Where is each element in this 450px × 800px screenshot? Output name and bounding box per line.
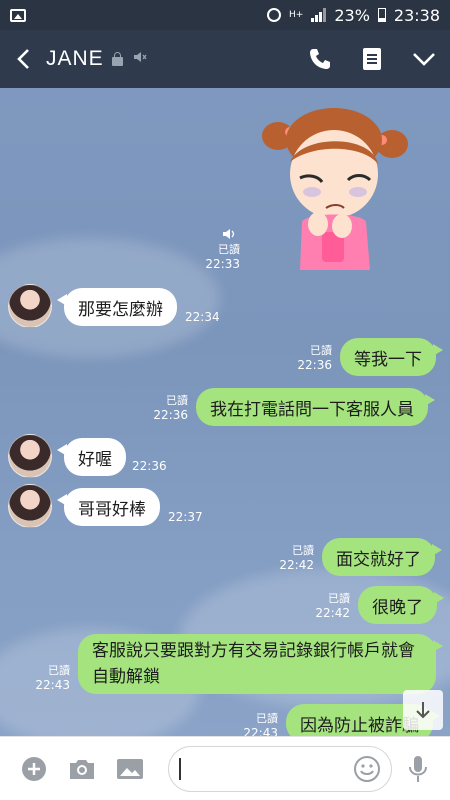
call-button[interactable]: [294, 30, 346, 88]
gallery-button[interactable]: [106, 737, 154, 800]
back-arrow-icon: [17, 49, 29, 69]
add-button[interactable]: [10, 737, 58, 800]
read-receipt: 已讀: [310, 344, 332, 357]
camera-button[interactable]: [58, 737, 106, 800]
sticker-girl[interactable]: [262, 104, 408, 274]
read-receipt: 已讀: [256, 712, 278, 725]
scroll-to-bottom-button[interactable]: [403, 690, 443, 730]
message-bubble-incoming[interactable]: 哥哥好棒: [57, 488, 160, 526]
message-text: 等我一下: [354, 349, 422, 370]
message-time: 22:33: [205, 257, 240, 271]
network-type: H+: [289, 9, 304, 20]
message-bubble-outgoing[interactable]: 很晚了: [358, 586, 444, 624]
read-receipt: 已讀: [328, 592, 350, 605]
message-time: 22:36: [153, 408, 188, 422]
message-meta: 22:36: [132, 459, 167, 473]
arrow-down-icon: [416, 702, 430, 719]
camera-icon: [70, 759, 94, 779]
message-bubble-incoming[interactable]: 那要怎麼辦: [57, 288, 177, 326]
chat-title: JANE: [46, 47, 104, 70]
clock: 23:38: [393, 5, 440, 25]
message-bubble-outgoing[interactable]: 等我一下: [340, 338, 443, 376]
message-bubble-outgoing[interactable]: 面交就好了: [322, 538, 442, 576]
signal-icon: [311, 8, 327, 22]
message-time: 22:34: [185, 310, 220, 324]
read-receipt: 已讀: [218, 243, 240, 256]
message-meta: 已讀 22:42: [276, 544, 314, 572]
message-meta: 已讀 22:36: [294, 344, 332, 372]
alarm-icon: [267, 8, 282, 22]
message-time: 22:43: [35, 678, 70, 692]
battery-icon: [377, 8, 386, 22]
message-bubble-incoming[interactable]: 好喔: [57, 438, 126, 476]
emoji-button[interactable]: [353, 755, 381, 787]
smiley-icon: [354, 755, 380, 782]
message-text: 我在打電話問一下客服人員: [210, 399, 414, 420]
message-bubble-outgoing[interactable]: 我在打電話問一下客服人員: [196, 388, 435, 426]
message-text: 因為防止被詐騙: [300, 715, 419, 736]
avatar[interactable]: [8, 484, 52, 528]
battery-percent: 23%: [334, 5, 370, 25]
message-time: 22:43: [243, 726, 278, 736]
lock-icon: [111, 51, 123, 66]
read-receipt: 已讀: [48, 664, 70, 677]
chat-area[interactable]: 已讀 22:33 那要怎麼辦 22:34 已讀 22:36 等我一下 已讀 22…: [0, 88, 450, 736]
message-time: 22:42: [315, 606, 350, 620]
microphone-icon: [409, 755, 427, 782]
message-input[interactable]: [179, 757, 339, 780]
message-text: 好喔: [78, 449, 112, 470]
mute-icon: [133, 50, 147, 68]
menu-dropdown-button[interactable]: [398, 30, 450, 88]
status-bar: H+ 23% 23:38: [0, 0, 450, 30]
chevron-down-icon: [413, 53, 435, 66]
message-time: 22:36: [132, 459, 167, 473]
message-input-container[interactable]: [168, 745, 392, 792]
phone-icon: [310, 49, 330, 69]
avatar[interactable]: [8, 434, 52, 478]
message-meta: 已讀 22:36: [150, 394, 188, 422]
message-text: 客服說只要跟對方有交易記錄銀行帳戶就會自動解鎖: [92, 641, 415, 687]
message-meta: 22:37: [168, 510, 203, 524]
read-receipt: 已讀: [292, 544, 314, 557]
notes-icon: [363, 48, 381, 70]
message-bubble-outgoing[interactable]: 客服說只要跟對方有交易記錄銀行帳戶就會自動解鎖: [78, 634, 443, 694]
message-meta: 22:34: [185, 310, 220, 324]
message-input-bar: [0, 736, 450, 800]
message-meta: 已讀 22:43: [240, 712, 278, 736]
message-text: 面交就好了: [336, 549, 421, 570]
message-time: 22:36: [297, 358, 332, 372]
message-meta: 已讀 22:42: [312, 592, 350, 620]
image-icon: [117, 758, 143, 779]
back-button[interactable]: [0, 30, 46, 88]
read-receipt: 已讀: [166, 394, 188, 407]
plus-circle-icon: [22, 756, 46, 781]
voice-input-button[interactable]: [394, 737, 442, 800]
message-text: 很晚了: [372, 597, 423, 618]
image-notification-icon: [10, 8, 26, 22]
chat-header: JANE: [0, 30, 450, 88]
sticker-meta: 已讀 22:33: [202, 243, 240, 271]
message-time: 22:42: [279, 558, 314, 572]
message-text: 哥哥好棒: [78, 499, 146, 520]
message-time: 22:37: [168, 510, 203, 524]
avatar[interactable]: [8, 284, 52, 328]
message-text: 那要怎麼辦: [78, 299, 163, 320]
notes-button[interactable]: [346, 30, 398, 88]
message-meta: 已讀 22:43: [32, 664, 70, 692]
